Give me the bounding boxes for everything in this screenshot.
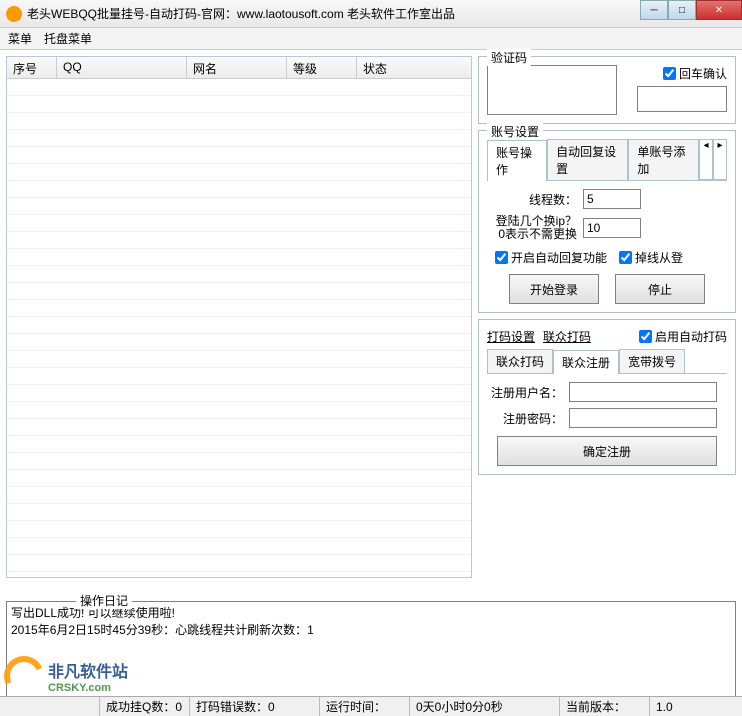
- status-runtime-label: 运行时间：: [320, 697, 410, 716]
- log-legend: 操作日记: [76, 592, 132, 609]
- account-legend: 账号设置: [487, 123, 543, 140]
- switchip-label: 登陆几个换ip？0表示不需更换: [487, 215, 577, 241]
- reg-pass-label: 注册密码：: [487, 410, 563, 427]
- tab-next-icon[interactable]: ▸: [713, 139, 727, 180]
- confirm-register-button[interactable]: 确定注册: [497, 436, 717, 466]
- status-online: 成功挂Q数：0: [100, 697, 190, 716]
- reg-user-input[interactable]: [569, 382, 717, 402]
- col-level[interactable]: 等级: [287, 57, 357, 78]
- start-login-button[interactable]: 开始登录: [509, 274, 599, 304]
- titlebar: 老头WEBQQ批量挂号-自动打码-官网：www.laotousoft.com 老…: [0, 0, 742, 28]
- table-body[interactable]: [7, 79, 471, 577]
- menu-tray[interactable]: 托盘菜单: [44, 30, 92, 47]
- dama-hdr2: 联众打码: [543, 328, 591, 345]
- reg-user-label: 注册用户名：: [487, 384, 563, 401]
- account-tabs: 账号操作 自动回复设置 单账号添加 ◂▸: [487, 139, 727, 181]
- account-table: 序号 QQ 网名 等级 状态: [6, 56, 472, 578]
- autoreply-checkbox[interactable]: 开启自动回复功能: [495, 249, 607, 266]
- captcha-legend: 验证码: [487, 49, 531, 66]
- tab-auto-reply[interactable]: 自动回复设置: [547, 139, 628, 180]
- enter-confirm-checkbox[interactable]: 回车确认: [663, 65, 727, 82]
- switchip-input[interactable]: [583, 218, 641, 238]
- minimize-button[interactable]: ─: [640, 0, 668, 20]
- status-version-value: 1.0: [650, 697, 742, 716]
- tab-lzdm[interactable]: 联众打码: [487, 349, 553, 373]
- menu-main[interactable]: 菜单: [8, 30, 32, 47]
- relogin-checkbox[interactable]: 掉线从登: [619, 249, 683, 266]
- reg-pass-input[interactable]: [569, 408, 717, 428]
- col-nick[interactable]: 网名: [187, 57, 287, 78]
- statusbar: 成功挂Q数：0 打码错误数：0 运行时间： 0天0小时0分0秒 当前版本： 1.…: [0, 696, 742, 716]
- dama-group: 打码设置 联众打码 启用自动打码 联众打码 联众注册 宽带拨号 注册用户名： 注…: [478, 319, 736, 475]
- table-header: 序号 QQ 网名 等级 状态: [7, 57, 471, 79]
- tab-account-ops[interactable]: 账号操作: [487, 140, 547, 181]
- captcha-group: 验证码 回车确认: [478, 56, 736, 124]
- menubar: 菜单 托盘菜单: [0, 28, 742, 50]
- tab-prev-icon[interactable]: ◂: [699, 139, 713, 180]
- log-area: 操作日记 写出DLL成功! 可以继续使用啦! 2015年6月2日15时45分39…: [6, 584, 736, 697]
- threads-input[interactable]: [583, 189, 641, 209]
- col-seq[interactable]: 序号: [7, 57, 57, 78]
- status-blank: [0, 697, 100, 716]
- tab-lzreg[interactable]: 联众注册: [553, 350, 619, 374]
- captcha-image: [487, 65, 617, 115]
- maximize-button[interactable]: □: [668, 0, 696, 20]
- tab-add-single[interactable]: 单账号添加: [628, 139, 699, 180]
- window-title: 老头WEBQQ批量挂号-自动打码-官网：www.laotousoft.com 老…: [27, 5, 742, 22]
- stop-button[interactable]: 停止: [615, 274, 705, 304]
- dama-hdr1: 打码设置: [487, 328, 535, 345]
- enable-dama-checkbox[interactable]: 启用自动打码: [639, 328, 727, 345]
- col-status[interactable]: 状态: [357, 57, 471, 78]
- status-version-label: 当前版本：: [560, 697, 650, 716]
- log-textbox[interactable]: 写出DLL成功! 可以继续使用啦! 2015年6月2日15时45分39秒：心跳线…: [6, 601, 736, 697]
- col-qq[interactable]: QQ: [57, 57, 187, 78]
- account-settings-group: 账号设置 账号操作 自动回复设置 单账号添加 ◂▸ 线程数： 登陆几个换ip？0…: [478, 130, 736, 313]
- tab-kbbh[interactable]: 宽带拨号: [619, 349, 685, 373]
- status-runtime-value: 0天0小时0分0秒: [410, 697, 560, 716]
- threads-label: 线程数：: [487, 191, 577, 208]
- dama-tabs: 联众打码 联众注册 宽带拨号: [487, 349, 727, 374]
- status-err: 打码错误数：0: [190, 697, 320, 716]
- close-button[interactable]: ✕: [696, 0, 742, 20]
- captcha-input[interactable]: [637, 86, 727, 112]
- app-icon: [6, 6, 22, 22]
